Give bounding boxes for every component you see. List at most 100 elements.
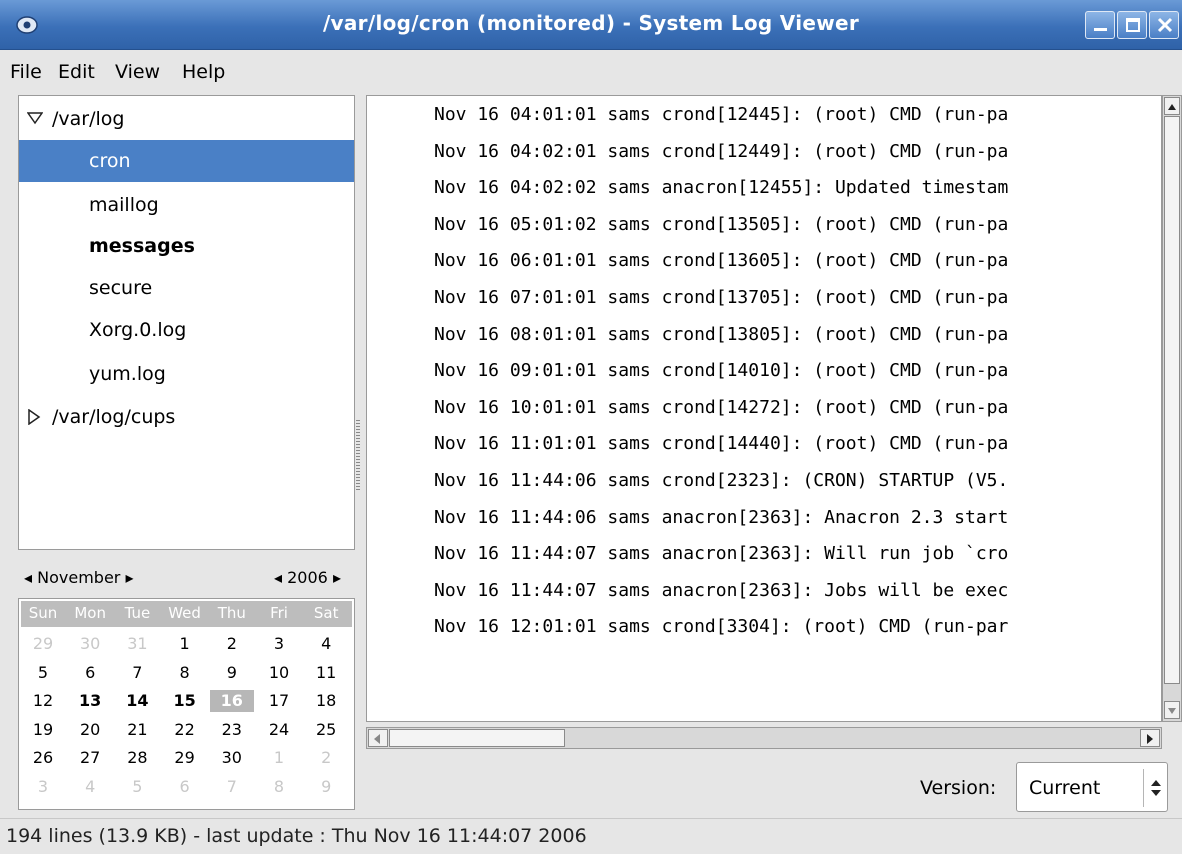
scroll-down-button[interactable] bbox=[1164, 701, 1180, 719]
calendar-day[interactable]: 12 bbox=[21, 690, 65, 712]
next-month-icon[interactable]: ▸ bbox=[125, 568, 133, 587]
calendar-day[interactable]: 24 bbox=[257, 719, 301, 741]
calendar-day[interactable]: 5 bbox=[21, 662, 65, 684]
calendar-day[interactable]: 29 bbox=[21, 633, 65, 655]
prev-month-icon[interactable]: ◂ bbox=[24, 568, 32, 587]
minimize-button[interactable] bbox=[1085, 11, 1115, 39]
calendar-day[interactable]: 10 bbox=[257, 662, 301, 684]
status-text: 194 lines (13.9 KB) - last update : Thu … bbox=[6, 825, 587, 847]
tree-item-var-log-cups[interactable]: /var/log/cups bbox=[19, 396, 354, 438]
log-line: Nov 16 07:01:01 sams crond[13705]: (root… bbox=[434, 287, 1009, 308]
calendar-day[interactable]: 9 bbox=[210, 662, 254, 684]
tree-item-label: /var/log/cups bbox=[52, 406, 176, 428]
calendar-day[interactable]: 1 bbox=[257, 747, 301, 769]
calendar-day[interactable]: 19 bbox=[21, 719, 65, 741]
calendar-day[interactable]: 28 bbox=[115, 747, 159, 769]
calendar-day[interactable]: 31 bbox=[115, 633, 159, 655]
calendar-day[interactable]: 5 bbox=[115, 776, 159, 798]
splitter-grip[interactable] bbox=[356, 420, 360, 490]
calendar-day[interactable]: 14 bbox=[115, 690, 159, 712]
log-line: Nov 16 04:02:02 sams anacron[12455]: Upd… bbox=[434, 177, 1009, 199]
calendar-day[interactable]: 3 bbox=[257, 633, 301, 655]
calendar-day[interactable]: 8 bbox=[257, 776, 301, 798]
calendar-day[interactable]: 21 bbox=[115, 719, 159, 741]
tree-item-label: Xorg.0.log bbox=[89, 319, 187, 341]
calendar-day-names: Sun Mon Tue Wed Thu Fri Sat bbox=[21, 601, 352, 627]
menu-view[interactable]: View bbox=[115, 61, 160, 83]
calendar-day-name: Fri bbox=[270, 604, 288, 622]
calendar-day[interactable]: 18 bbox=[304, 690, 348, 712]
menu-help[interactable]: Help bbox=[182, 61, 225, 83]
calendar-day[interactable]: 20 bbox=[68, 719, 112, 741]
calendar-header: ◂ November ▸ ◂ 2006 ▸ bbox=[18, 562, 355, 592]
calendar-day-name: Tue bbox=[124, 604, 151, 622]
calendar-day-name: Thu bbox=[217, 604, 246, 622]
close-icon bbox=[1157, 17, 1173, 33]
tree-item-secure[interactable]: secure bbox=[19, 267, 354, 309]
tree-item-label: maillog bbox=[89, 194, 159, 216]
calendar-day[interactable]: 2 bbox=[304, 747, 348, 769]
year-selector: ◂ 2006 ▸ bbox=[274, 568, 341, 587]
calendar-day[interactable]: 4 bbox=[68, 776, 112, 798]
calendar-day[interactable]: 7 bbox=[210, 776, 254, 798]
tree-item-yum-log[interactable]: yum.log bbox=[19, 353, 354, 395]
vertical-scrollbar[interactable] bbox=[1162, 95, 1182, 722]
calendar-day[interactable]: 6 bbox=[68, 662, 112, 684]
calendar-day[interactable]: 16 bbox=[209, 690, 254, 712]
log-line: Nov 16 10:01:01 sams crond[14272]: (root… bbox=[434, 396, 1009, 418]
calendar-day[interactable]: 8 bbox=[163, 662, 207, 684]
collapsed-triangle-icon[interactable] bbox=[27, 409, 41, 425]
menu-edit[interactable]: Edit bbox=[58, 61, 95, 83]
horizontal-scrollbar[interactable] bbox=[366, 727, 1162, 749]
scroll-right-button[interactable] bbox=[1140, 729, 1160, 747]
log-line: Nov 16 11:44:06 sams anacron[2363]: Anac… bbox=[434, 506, 1009, 528]
menu-file[interactable]: File bbox=[10, 61, 42, 83]
calendar-day[interactable]: 15 bbox=[163, 690, 207, 712]
menu-bar: File Edit View Help bbox=[0, 50, 1182, 92]
tree-item-var-log[interactable]: /var/log bbox=[19, 98, 354, 140]
close-button[interactable] bbox=[1149, 11, 1179, 39]
calendar-day[interactable]: 13 bbox=[68, 690, 112, 712]
maximize-button[interactable] bbox=[1117, 11, 1147, 39]
arrow-down-icon bbox=[1168, 708, 1176, 714]
tree-item-label: cron bbox=[89, 150, 131, 172]
calendar-day[interactable]: 9 bbox=[304, 776, 348, 798]
calendar: Sun Mon Tue Wed Thu Fri Sat 29 30 31 1 2 3 4 5 6 7 8 9 10 1… bbox=[18, 598, 355, 810]
version-label: Version: bbox=[920, 777, 997, 799]
calendar-day[interactable]: 17 bbox=[257, 690, 301, 712]
calendar-day[interactable]: 11 bbox=[304, 662, 348, 684]
calendar-day[interactable]: 7 bbox=[115, 662, 159, 684]
calendar-day[interactable]: 2 bbox=[210, 633, 254, 655]
expanded-triangle-icon[interactable] bbox=[27, 111, 43, 125]
calendar-day[interactable]: 30 bbox=[210, 747, 254, 769]
status-bar: 194 lines (13.9 KB) - last update : Thu … bbox=[0, 818, 1182, 854]
calendar-day[interactable]: 22 bbox=[163, 719, 207, 741]
prev-year-icon[interactable]: ◂ bbox=[274, 568, 282, 587]
tree-item-xorg-log[interactable]: Xorg.0.log bbox=[19, 309, 354, 351]
next-year-icon[interactable]: ▸ bbox=[333, 568, 341, 587]
arrow-right-icon bbox=[1147, 734, 1153, 744]
log-line: Nov 16 11:44:07 sams anacron[2363]: Will… bbox=[434, 543, 1009, 565]
calendar-day[interactable]: 4 bbox=[304, 633, 348, 655]
calendar-day[interactable]: 26 bbox=[21, 747, 65, 769]
tree-item-cron[interactable]: cron bbox=[19, 140, 354, 182]
tree-item-label: /var/log bbox=[52, 108, 125, 130]
menu-file-label: File bbox=[10, 61, 42, 83]
version-select[interactable]: Current bbox=[1016, 762, 1168, 812]
calendar-day[interactable]: 30 bbox=[68, 633, 112, 655]
vertical-scroll-thumb[interactable] bbox=[1164, 116, 1180, 684]
calendar-day[interactable]: 29 bbox=[163, 747, 207, 769]
calendar-day[interactable]: 23 bbox=[210, 719, 254, 741]
calendar-day[interactable]: 27 bbox=[68, 747, 112, 769]
calendar-day[interactable]: 6 bbox=[163, 776, 207, 798]
scroll-left-button[interactable] bbox=[368, 729, 388, 747]
tree-item-messages[interactable]: messages bbox=[19, 225, 354, 267]
calendar-day[interactable]: 25 bbox=[304, 719, 348, 741]
calendar-day-name: Sat bbox=[313, 604, 339, 622]
tree-item-maillog[interactable]: maillog bbox=[19, 184, 354, 226]
log-view[interactable]: Nov 16 04:01:01 sams crond[12445]: (root… bbox=[366, 95, 1162, 722]
calendar-day[interactable]: 1 bbox=[163, 633, 207, 655]
calendar-day[interactable]: 3 bbox=[21, 776, 65, 798]
horizontal-scroll-thumb[interactable] bbox=[389, 729, 565, 747]
scroll-up-button[interactable] bbox=[1164, 97, 1180, 115]
